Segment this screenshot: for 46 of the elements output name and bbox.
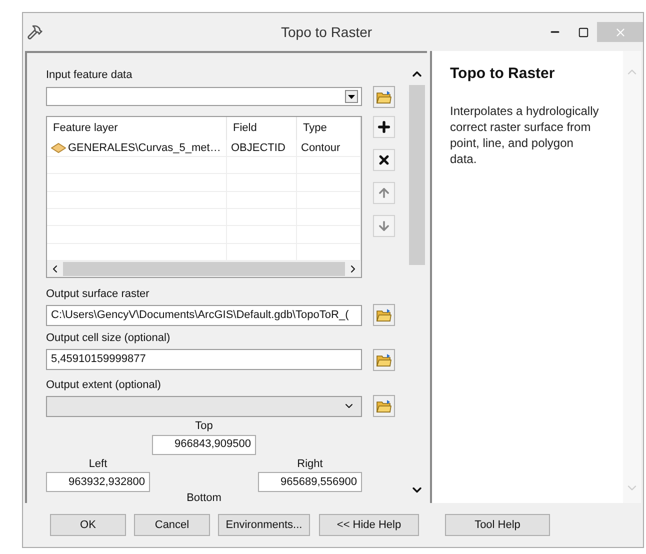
extent-label: Top <box>195 419 213 434</box>
cell-size-field[interactable]: 5,45910159999877 <box>46 349 362 370</box>
arrow-down-icon <box>377 218 391 232</box>
arrow-up-icon <box>377 186 391 200</box>
table-cell: GENERALES\Curvas_5_met… <box>47 140 227 156</box>
close-icon <box>377 152 391 166</box>
column-header[interactable]: Type <box>297 116 361 140</box>
dialog-button[interactable]: Cancel <box>134 514 210 536</box>
open-folder-button[interactable] <box>373 86 395 108</box>
extent-label: Right <box>297 456 323 472</box>
output-raster-field[interactable]: C:\Users\GencyV\Documents\ArcGIS\Default.gdb\TopoToR_( <box>46 304 362 326</box>
input-feature-dropdown[interactable] <box>46 87 362 106</box>
maximize-icon <box>578 26 588 38</box>
field-label: Output extent (optional) <box>46 378 162 392</box>
move-up-button[interactable] <box>373 182 395 204</box>
horizontal-scrollbar[interactable] <box>47 261 361 277</box>
plus-icon <box>376 118 392 134</box>
folder-icon <box>376 90 392 104</box>
remove-button[interactable] <box>373 148 395 170</box>
window-title: Topo to Raster <box>281 22 372 42</box>
extent-label: Left <box>88 456 108 472</box>
open-folder-button[interactable] <box>373 395 395 417</box>
open-folder-button[interactable] <box>373 348 395 370</box>
help-text: Interpolates a hydrologically correct raster surface from point, line, and polygon data. <box>450 102 600 166</box>
hammer-icon <box>27 24 43 40</box>
open-folder-button[interactable] <box>373 304 395 326</box>
help-title: Topo to Raster <box>450 64 556 84</box>
column-header[interactable]: Feature layer <box>47 116 227 140</box>
add-button[interactable] <box>373 116 395 138</box>
dialog-button[interactable]: OK <box>50 514 126 536</box>
folder-icon <box>376 308 392 322</box>
field-label: Input feature data <box>46 68 134 83</box>
table-cell: Contour <box>297 140 361 156</box>
extent-label: Bottom <box>186 492 222 503</box>
move-down-button[interactable] <box>373 214 395 236</box>
folder-icon <box>376 399 392 413</box>
diamond-icon <box>51 142 66 153</box>
dialog-button[interactable]: << Hide Help <box>319 514 419 536</box>
column-header[interactable]: Field <box>227 116 297 140</box>
folder-icon <box>376 352 392 366</box>
tool-help-button[interactable]: Tool Help <box>445 514 550 536</box>
dialog-button[interactable]: Environments... <box>218 514 310 536</box>
field-label: Output cell size (optional) <box>46 331 172 346</box>
field-label: Output surface raster <box>46 286 150 302</box>
table-cell: OBJECTID <box>227 140 297 156</box>
close-icon <box>614 26 626 38</box>
